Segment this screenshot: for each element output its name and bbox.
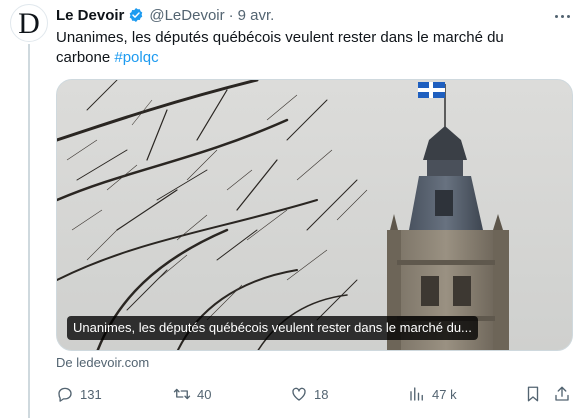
author-name[interactable]: Le Devoir <box>56 7 124 24</box>
thread-line <box>28 44 30 418</box>
tweet-text: Unanimes, les députés québécois veulent … <box>56 28 556 68</box>
media-card[interactable]: Unanimes, les députés québécois veulent … <box>56 79 573 351</box>
more-dots-icon[interactable] <box>550 6 574 26</box>
tweet-date[interactable]: 9 avr. <box>238 7 275 24</box>
like-button[interactable]: 18 <box>290 384 328 404</box>
retweet-button[interactable]: 40 <box>173 384 211 404</box>
bookmark-icon <box>527 386 539 402</box>
hashtag-link[interactable]: #polqc <box>114 49 158 66</box>
avatar-logo: D <box>18 6 40 40</box>
link-source[interactable]: De ledevoir.com <box>56 355 149 370</box>
retweet-icon <box>173 388 191 400</box>
heart-icon <box>292 387 306 401</box>
views-button[interactable]: 47 k <box>408 384 457 404</box>
like-count: 18 <box>314 386 329 402</box>
tweet-header: Le Devoir @LeDevoir · 9 avr. <box>56 5 274 25</box>
author-handle[interactable]: @LeDevoir <box>149 7 224 24</box>
verified-badge-icon[interactable] <box>128 7 144 23</box>
reply-count: 131 <box>80 386 102 402</box>
separator-dot: · <box>228 6 234 24</box>
bar-chart-icon <box>410 387 423 401</box>
share-icon <box>555 386 569 401</box>
media-caption: Unanimes, les députés québécois veulent … <box>67 316 478 340</box>
action-bar: 131 40 18 47 k <box>56 384 573 404</box>
reply-icon <box>58 387 72 402</box>
views-count: 47 k <box>432 386 457 402</box>
share-button[interactable] <box>553 384 577 404</box>
retweet-count: 40 <box>197 386 212 402</box>
avatar[interactable]: D <box>10 4 48 42</box>
reply-button[interactable]: 131 <box>56 384 102 404</box>
bookmark-button[interactable] <box>524 384 548 404</box>
parliament-photo <box>57 80 572 350</box>
